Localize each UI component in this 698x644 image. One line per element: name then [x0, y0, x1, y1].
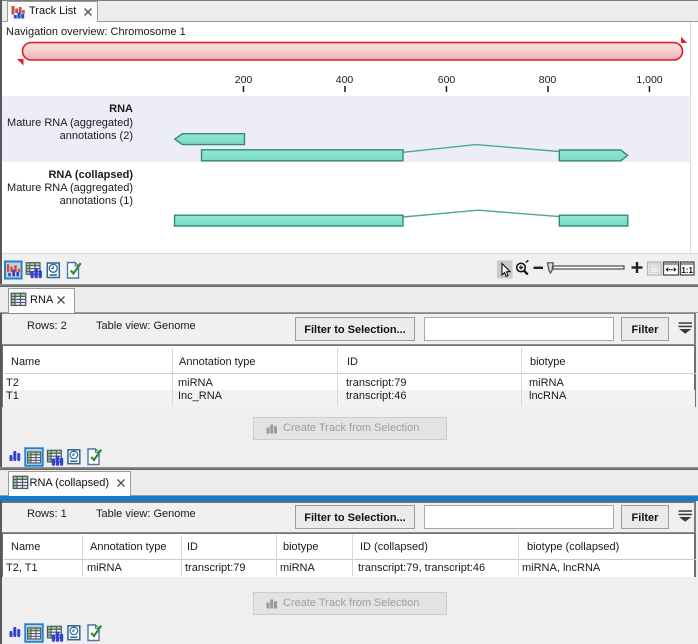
svg-text:1:1: 1:1: [681, 266, 693, 275]
